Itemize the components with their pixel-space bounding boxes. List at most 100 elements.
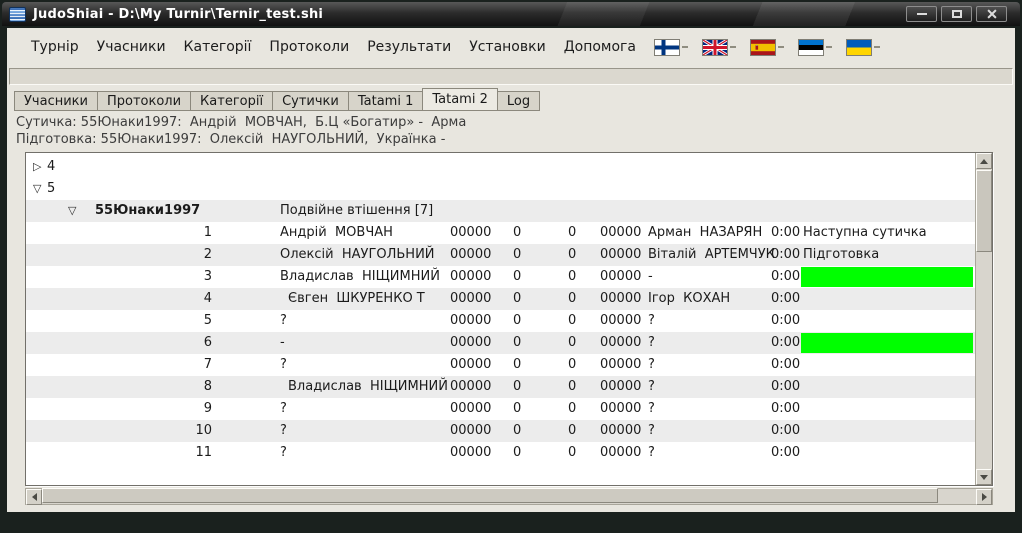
match-row[interactable]: 6-000000000000?0:00	[26, 332, 975, 354]
score-left: 00000	[450, 442, 491, 464]
match-number: 11	[172, 442, 212, 464]
menu-item-preferences[interactable]: Установки	[460, 35, 555, 59]
expander-expanded-icon[interactable]: ▽	[33, 178, 41, 200]
score-left: 00000	[450, 376, 491, 398]
menu-item-help[interactable]: Допомога	[555, 35, 645, 59]
title-bar[interactable]: JudoShiai - D:\My Turnir\Ternir_test.shi	[2, 2, 1020, 26]
points-left: 0	[513, 332, 521, 354]
points-right: 0	[568, 310, 576, 332]
opponent-name: Віталій АРТЕМЧУК	[648, 244, 775, 266]
ukraine-flag-icon	[847, 40, 871, 55]
fighter-name: Владислав НІЩИМНИЙ	[288, 376, 448, 398]
fighter-name: Андрій МОВЧАН	[280, 222, 393, 244]
menu-item-protocols[interactable]: Протоколи	[260, 35, 358, 59]
match-row[interactable]: 2Олексій НАУГОЛЬНИЙ000000000000Віталій А…	[26, 244, 975, 266]
close-button[interactable]	[976, 6, 1007, 22]
score-right: 00000	[600, 442, 641, 464]
score-left: 00000	[450, 420, 491, 442]
fighter-name: Владислав НІЩИМНИЙ	[280, 266, 440, 288]
opponent-name: ?	[648, 332, 655, 354]
scroll-down-button[interactable]	[976, 469, 992, 485]
tab-participants[interactable]: Учасники	[14, 91, 98, 111]
match-row[interactable]: 5?000000000000?0:00	[26, 310, 975, 332]
flag-dash	[682, 46, 688, 48]
spain-flag-icon	[751, 40, 775, 55]
points-right: 0	[568, 222, 576, 244]
flag-button-estonia[interactable]	[799, 40, 832, 55]
score-right: 00000	[600, 332, 641, 354]
match-time: 0:00	[771, 244, 800, 266]
menu-item-categories[interactable]: Категорії	[175, 35, 261, 59]
flag-button-finland[interactable]	[655, 40, 688, 55]
match-time: 0:00	[771, 442, 800, 464]
match-row[interactable]: 1Андрій МОВЧАН000000000000Арман НАЗАРЯН0…	[26, 222, 975, 244]
category-name: 55Юнаки1997	[95, 200, 200, 222]
flag-button-spain[interactable]	[751, 40, 784, 55]
horizontal-scroll-thumb[interactable]	[42, 488, 938, 503]
minimize-button[interactable]	[906, 6, 937, 22]
points-right: 0	[568, 420, 576, 442]
score-left: 00000	[450, 310, 491, 332]
match-number: 4	[172, 288, 212, 310]
match-status: Наступна сутичка	[803, 222, 927, 244]
app-icon	[9, 7, 26, 22]
points-right: 0	[568, 442, 576, 464]
match-row[interactable]: 9?000000000000?0:00	[26, 398, 975, 420]
match-row[interactable]: 11?000000000000?0:00	[26, 442, 975, 464]
maximize-button[interactable]	[941, 6, 972, 22]
vertical-scroll-thumb[interactable]	[976, 170, 992, 252]
flag-button-ukraine[interactable]	[847, 40, 880, 55]
match-row[interactable]: 7?000000000000?0:00	[26, 354, 975, 376]
match-row[interactable]: 4Євген ШКУРЕНКО Т000000000000Ігор КОХАН0…	[26, 288, 975, 310]
window-title: JudoShiai - D:\My Turnir\Ternir_test.shi	[33, 7, 323, 22]
points-left: 0	[513, 354, 521, 376]
tab-tatami-2[interactable]: Tatami 2	[422, 88, 498, 111]
flag-dash	[826, 46, 832, 48]
fighter-name: ?	[280, 310, 287, 332]
tab-matches[interactable]: Сутички	[272, 91, 349, 111]
match-time: 0:00	[771, 398, 800, 420]
flag-dash	[874, 46, 880, 48]
match-row[interactable]: 8Владислав НІЩИМНИЙ000000000000?0:00	[26, 376, 975, 398]
category-row[interactable]: ▽55Юнаки1997Подвійне втішення [7]	[26, 200, 975, 222]
points-left: 0	[513, 288, 521, 310]
fighter-name: ?	[280, 442, 287, 464]
group-row[interactable]: ▷4	[26, 156, 975, 178]
fighter-name: ?	[280, 420, 287, 442]
score-right: 00000	[600, 398, 641, 420]
match-row[interactable]: 3Владислав НІЩИМНИЙ000000000000-0:00	[26, 266, 975, 288]
group-row[interactable]: ▽5	[26, 178, 975, 200]
score-right: 00000	[600, 244, 641, 266]
match-time: 0:00	[771, 420, 800, 442]
score-left: 00000	[450, 354, 491, 376]
expander-collapsed-icon[interactable]: ▷	[33, 156, 41, 178]
tab-tatami-1[interactable]: Tatami 1	[348, 91, 424, 111]
points-left: 0	[513, 222, 521, 244]
horizontal-scrollbar[interactable]	[25, 488, 993, 505]
flag-button-united-kingdom[interactable]	[703, 40, 736, 55]
match-number: 3	[172, 266, 212, 288]
scroll-right-button[interactable]	[976, 489, 992, 505]
tab-log[interactable]: Log	[497, 91, 540, 111]
current-match-line: Сутичка: 55Юнаки1997: Андрій МОВЧАН, Б.Ц…	[16, 115, 466, 130]
match-number: 6	[172, 332, 212, 354]
flag-dash	[778, 46, 784, 48]
menu-item-results[interactable]: Результати	[358, 35, 460, 59]
opponent-name: ?	[648, 420, 655, 442]
scroll-up-button[interactable]	[976, 153, 992, 169]
match-time: 0:00	[771, 266, 800, 288]
match-number: 7	[172, 354, 212, 376]
menu-item-competitors[interactable]: Учасники	[88, 35, 175, 59]
points-left: 0	[513, 244, 521, 266]
match-row[interactable]: 10?000000000000?0:00	[26, 420, 975, 442]
vertical-scrollbar[interactable]	[975, 153, 992, 485]
expander-expanded-icon[interactable]: ▽	[68, 200, 76, 222]
next-match-line: Підготовка: 55Юнаки1997: Олексій НАУГОЛЬ…	[16, 132, 445, 147]
tab-protocols[interactable]: Протоколи	[97, 91, 191, 111]
match-table-rows: ▷4▽5▽55Юнаки1997Подвійне втішення [7]1Ан…	[26, 153, 975, 485]
arrow-down-icon	[980, 475, 988, 480]
scroll-left-button[interactable]	[26, 489, 42, 505]
menu-item-tournament[interactable]: Турнір	[22, 35, 88, 59]
tab-categories[interactable]: Категорії	[190, 91, 273, 111]
opponent-name: ?	[648, 398, 655, 420]
